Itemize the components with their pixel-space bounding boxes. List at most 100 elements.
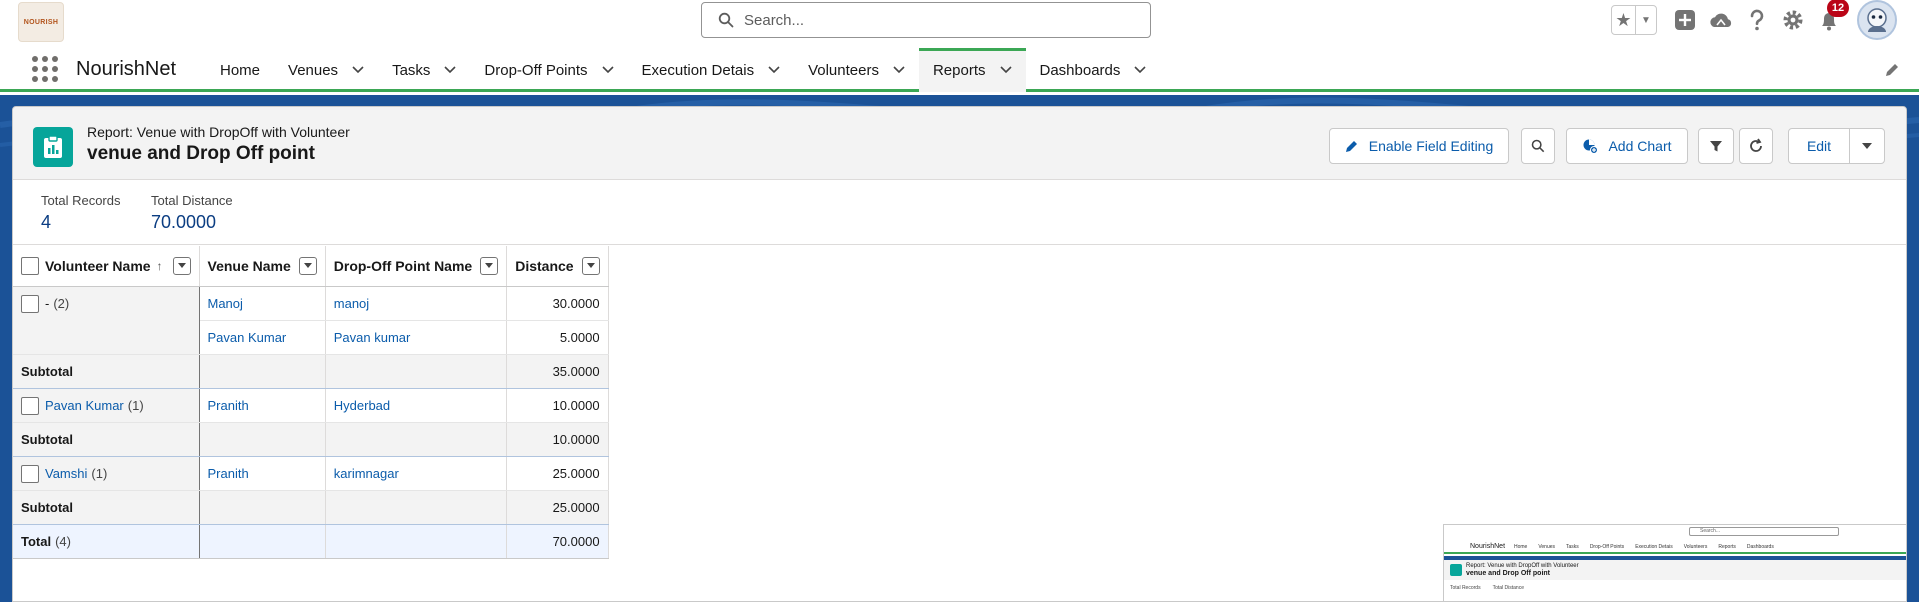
total-records-value: 4 — [41, 212, 52, 232]
column-label: Venue Name — [207, 257, 291, 274]
subtotal-row: Subtotal 25.0000 — [13, 490, 609, 525]
sort-ascending-icon[interactable]: ↑ — [157, 259, 163, 273]
subtotal-row: Subtotal 35.0000 — [13, 354, 609, 389]
row-checkbox[interactable] — [21, 396, 39, 415]
edit-label: Edit — [1806, 138, 1832, 154]
chevron-down-icon[interactable] — [601, 64, 614, 76]
thumbnail-nav-item: Home — [1514, 544, 1528, 550]
help-icon[interactable] — [1744, 7, 1770, 33]
table-row: Vamshi (1) Pranith karimnagar 25.0000 — [13, 456, 609, 491]
edit-nav-pencil-icon[interactable] — [1884, 62, 1900, 78]
column-menu-icon[interactable] — [172, 256, 191, 275]
distance-value: 30.0000 — [506, 286, 609, 321]
global-actions-plus-icon[interactable] — [1672, 7, 1698, 33]
subtotal-value: 35.0000 — [506, 354, 609, 389]
group-count: (1) — [127, 398, 144, 413]
subtotal-label: Subtotal — [13, 422, 200, 457]
column-header-volunteer-name[interactable]: Volunteer Name ↑ — [13, 246, 200, 287]
thumbnail-search: Search... — [1689, 527, 1839, 536]
chevron-down-icon[interactable] — [352, 64, 364, 76]
venue-link[interactable]: Pavan Kumar — [199, 320, 326, 355]
nav-item-drop-off-points[interactable]: Drop-Off Points — [470, 48, 627, 92]
setup-gear-icon[interactable] — [1780, 7, 1806, 33]
thumbnail-nav-item: Dashboards — [1746, 544, 1774, 550]
group-count: (2) — [53, 296, 70, 311]
row-checkbox[interactable] — [21, 464, 39, 483]
column-header-distance[interactable]: Distance — [506, 246, 609, 287]
group-cell: Pavan Kumar (1) — [13, 388, 200, 423]
app-launcher-waffle-icon[interactable] — [32, 56, 58, 82]
row-checkbox[interactable] — [21, 294, 39, 313]
nav-item-label: Reports — [932, 61, 986, 79]
app-name: NourishNet — [76, 58, 177, 80]
global-search[interactable] — [701, 2, 1151, 38]
chevron-down-icon[interactable] — [893, 64, 905, 76]
total-distance-value: 70.0000 — [151, 212, 217, 232]
search-input[interactable] — [744, 11, 1124, 29]
org-logo[interactable]: NOURISH — [18, 2, 64, 42]
chevron-down-icon[interactable] — [1134, 64, 1146, 76]
nav-item-volunteers[interactable]: Volunteers — [794, 48, 919, 92]
total-label: Total — [21, 533, 52, 549]
table-row: - (2) Manoj manoj 30.0000 — [13, 286, 609, 355]
chevron-down-icon[interactable] — [444, 64, 456, 76]
add-chart-button[interactable]: Add Chart — [1566, 128, 1688, 164]
report-icon — [33, 127, 73, 167]
column-menu-icon[interactable] — [581, 256, 600, 275]
filter-button[interactable] — [1698, 128, 1734, 164]
venue-link[interactable]: Pranith — [199, 456, 326, 491]
column-menu-icon[interactable] — [298, 256, 317, 275]
add-chart-icon — [1583, 139, 1599, 154]
edit-button[interactable]: Edit — [1788, 128, 1850, 164]
drop-off-link[interactable]: karimnagar — [325, 456, 508, 491]
enable-field-editing-button[interactable]: Enable Field Editing — [1329, 128, 1509, 164]
column-label: Volunteer Name — [45, 257, 151, 274]
pencil-icon — [1345, 141, 1357, 152]
report-type-label: Report: Venue with DropOff with Voluntee… — [87, 124, 350, 140]
total-cell: Total (4) — [13, 524, 200, 559]
column-menu-icon[interactable] — [480, 256, 499, 275]
favorites-menu-chevron-icon[interactable]: ▼ — [1636, 6, 1656, 34]
thumbnail-report-icon — [1450, 564, 1462, 576]
nav-item-tasks[interactable]: Tasks — [378, 48, 470, 92]
screenshot-thumbnail-preview[interactable]: Search... NourishNet Home Venues Tasks D… — [1443, 524, 1907, 602]
column-header-drop-off-point-name[interactable]: Drop-Off Point Name — [325, 246, 508, 287]
drop-off-link[interactable]: Hyderbad — [325, 388, 508, 423]
edit-menu-button[interactable] — [1849, 128, 1885, 164]
refresh-button[interactable] — [1739, 128, 1773, 164]
search-report-button[interactable] — [1521, 128, 1555, 164]
empty-cell — [199, 490, 326, 525]
group-name: - — [45, 296, 50, 311]
logo-text: NOURISH — [23, 18, 59, 26]
nav-items: Home Venues Tasks Drop-Off Points Execut… — [206, 48, 1160, 92]
thumbnail-nav-item: Venues — [1538, 544, 1556, 550]
nav-item-label: Volunteers — [808, 61, 879, 79]
chevron-down-icon[interactable] — [768, 64, 780, 76]
venue-link[interactable]: Pranith — [199, 388, 326, 423]
enable-field-editing-label: Enable Field Editing — [1368, 138, 1494, 154]
column-header-venue-name[interactable]: Venue Name — [199, 246, 326, 287]
user-avatar[interactable] — [1857, 0, 1897, 40]
empty-cell — [325, 354, 508, 389]
thumbnail-nav-item: Drop-Off Points — [1589, 544, 1625, 550]
drop-off-link[interactable]: manoj — [325, 286, 508, 321]
group-count: (1) — [91, 466, 108, 481]
favorites-star-icon[interactable]: ★ — [1612, 6, 1636, 34]
drop-off-link[interactable]: Pavan kumar — [325, 320, 508, 355]
header-utility-icons: ★ ▼ 12 — [1611, 0, 1897, 40]
volunteer-link[interactable]: Vamshi — [45, 466, 87, 481]
trailhead-cloud-icon[interactable] — [1708, 7, 1734, 33]
nav-item-dashboards[interactable]: Dashboards — [1026, 48, 1161, 92]
nav-item-label: Execution Detais — [641, 61, 755, 79]
notifications-bell-icon[interactable]: 12 — [1816, 0, 1849, 33]
search-icon — [1531, 139, 1545, 153]
nav-item-home[interactable]: Home — [206, 48, 274, 92]
venue-link[interactable]: Manoj — [199, 286, 326, 321]
nav-item-reports[interactable]: Reports — [918, 48, 1026, 92]
chevron-down-icon[interactable] — [999, 64, 1012, 76]
nav-item-execution-details[interactable]: Execution Detais — [628, 48, 795, 92]
nav-item-venues[interactable]: Venues — [274, 48, 378, 92]
select-all-checkbox[interactable] — [21, 256, 39, 275]
empty-cell — [199, 422, 326, 457]
volunteer-link[interactable]: Pavan Kumar — [45, 398, 124, 413]
